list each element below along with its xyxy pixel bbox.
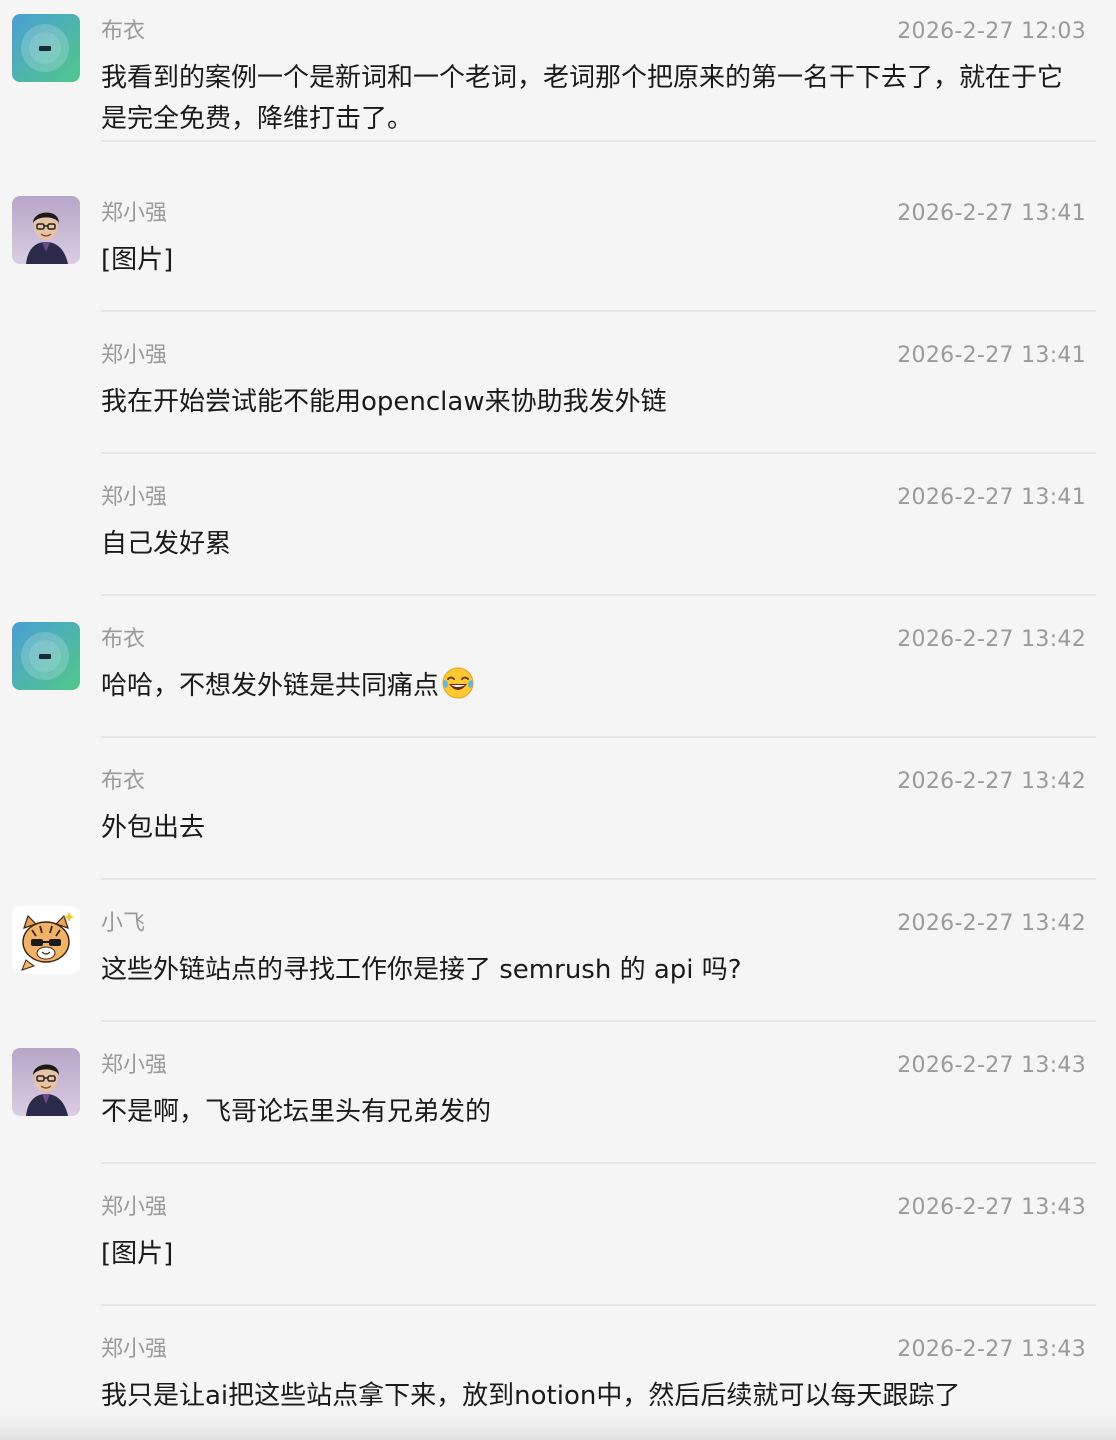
- message-item[interactable]: 郑小强 2026-2-27 13:41 我在开始尝试能不能用openclaw来协…: [0, 312, 1116, 454]
- message-item[interactable]: 布衣 2026-2-27 12:03 我看到的案例一个是新词和一个老词，老词那个…: [0, 0, 1116, 142]
- chat-message-list: 布衣 2026-2-27 12:03 我看到的案例一个是新词和一个老词，老词那个…: [0, 0, 1116, 1440]
- sender-name: 小飞: [101, 911, 146, 936]
- message-timestamp: 2026-2-27 13:41: [897, 201, 1086, 226]
- message-timestamp: 2026-2-27 13:42: [897, 911, 1086, 936]
- message-text: 外包出去: [101, 813, 206, 843]
- avatar[interactable]: [12, 1048, 80, 1116]
- sender-name: 郑小强: [101, 1053, 168, 1078]
- message-item[interactable]: 郑小强 2026-2-27 13:43 [图片]: [0, 1164, 1116, 1306]
- person-avatar-icon: [12, 196, 80, 264]
- message-timestamp: 2026-2-27 13:42: [897, 769, 1086, 794]
- message-timestamp: 2026-2-27 13:41: [897, 485, 1086, 510]
- avatar[interactable]: [12, 906, 80, 974]
- message-timestamp: 2026-2-27 13:41: [897, 343, 1086, 368]
- message-text: 不是啊，飞哥论坛里头有兄弟发的: [101, 1097, 492, 1127]
- message-item[interactable]: 布衣 2026-2-27 13:42 哈哈，不想发外链是共同痛点: [0, 596, 1116, 738]
- message-text: 这些外链站点的寻找工作你是接了 semrush 的 api 吗?: [101, 955, 742, 985]
- message-timestamp: 2026-2-27 13:43: [897, 1195, 1086, 1220]
- person-avatar-icon: [12, 1048, 80, 1116]
- message-timestamp: 2026-2-27 13:43: [897, 1337, 1086, 1362]
- message-item[interactable]: 郑小强 2026-2-27 13:41 [图片]: [0, 170, 1116, 312]
- buyi-avatar-icon: [12, 14, 80, 82]
- sender-name: 郑小强: [101, 343, 168, 368]
- sender-name: 布衣: [101, 769, 146, 794]
- message-text: 我看到的案例一个是新词和一个老词，老词那个把原来的第一名干下去了，就在于它是完全…: [101, 63, 1064, 134]
- message-timestamp: 2026-2-27 13:42: [897, 627, 1086, 652]
- cartoon-tiger-avatar-icon: [12, 906, 80, 974]
- sender-name: 郑小强: [101, 485, 168, 510]
- sender-name: 郑小强: [101, 1195, 168, 1220]
- message-item[interactable]: 小飞 2026-2-27 13:42 这些外链站点的寻找工作你是接了 semru…: [0, 880, 1116, 1022]
- image-placeholder[interactable]: [图片]: [101, 240, 1086, 281]
- message-text: 自己发好累: [101, 529, 232, 559]
- message-text: 我在开始尝试能不能用openclaw来协助我发外链: [101, 387, 667, 417]
- message-timestamp: 2026-2-27 13:43: [897, 1053, 1086, 1078]
- message-item[interactable]: 郑小强 2026-2-27 13:41 自己发好累: [0, 454, 1116, 596]
- message-item[interactable]: 郑小强 2026-2-27 13:43 不是啊，飞哥论坛里头有兄弟发的: [0, 1022, 1116, 1164]
- sender-name: 郑小强: [101, 201, 168, 226]
- message-text: 哈哈，不想发外链是共同痛点: [101, 671, 440, 701]
- sender-name: 郑小强: [101, 1337, 168, 1362]
- avatar[interactable]: [12, 14, 80, 82]
- scroll-shadow: [0, 1414, 1116, 1440]
- message-text: 我只是让ai把这些站点拿下来，放到notion中，然后后续就可以每天跟踪了: [101, 1381, 961, 1411]
- message-text-row: 哈哈，不想发外链是共同痛点: [101, 666, 1086, 713]
- tears-of-joy-emoji-icon: [441, 666, 475, 713]
- sender-name: 布衣: [101, 19, 146, 44]
- image-placeholder[interactable]: [图片]: [101, 1234, 1086, 1275]
- divider: [101, 140, 1096, 142]
- sender-name: 布衣: [101, 627, 146, 652]
- message-item[interactable]: 布衣 2026-2-27 13:42 外包出去: [0, 738, 1116, 880]
- avatar[interactable]: [12, 196, 80, 264]
- buyi-avatar-icon: [12, 622, 80, 690]
- avatar[interactable]: [12, 622, 80, 690]
- message-timestamp: 2026-2-27 12:03: [897, 19, 1086, 44]
